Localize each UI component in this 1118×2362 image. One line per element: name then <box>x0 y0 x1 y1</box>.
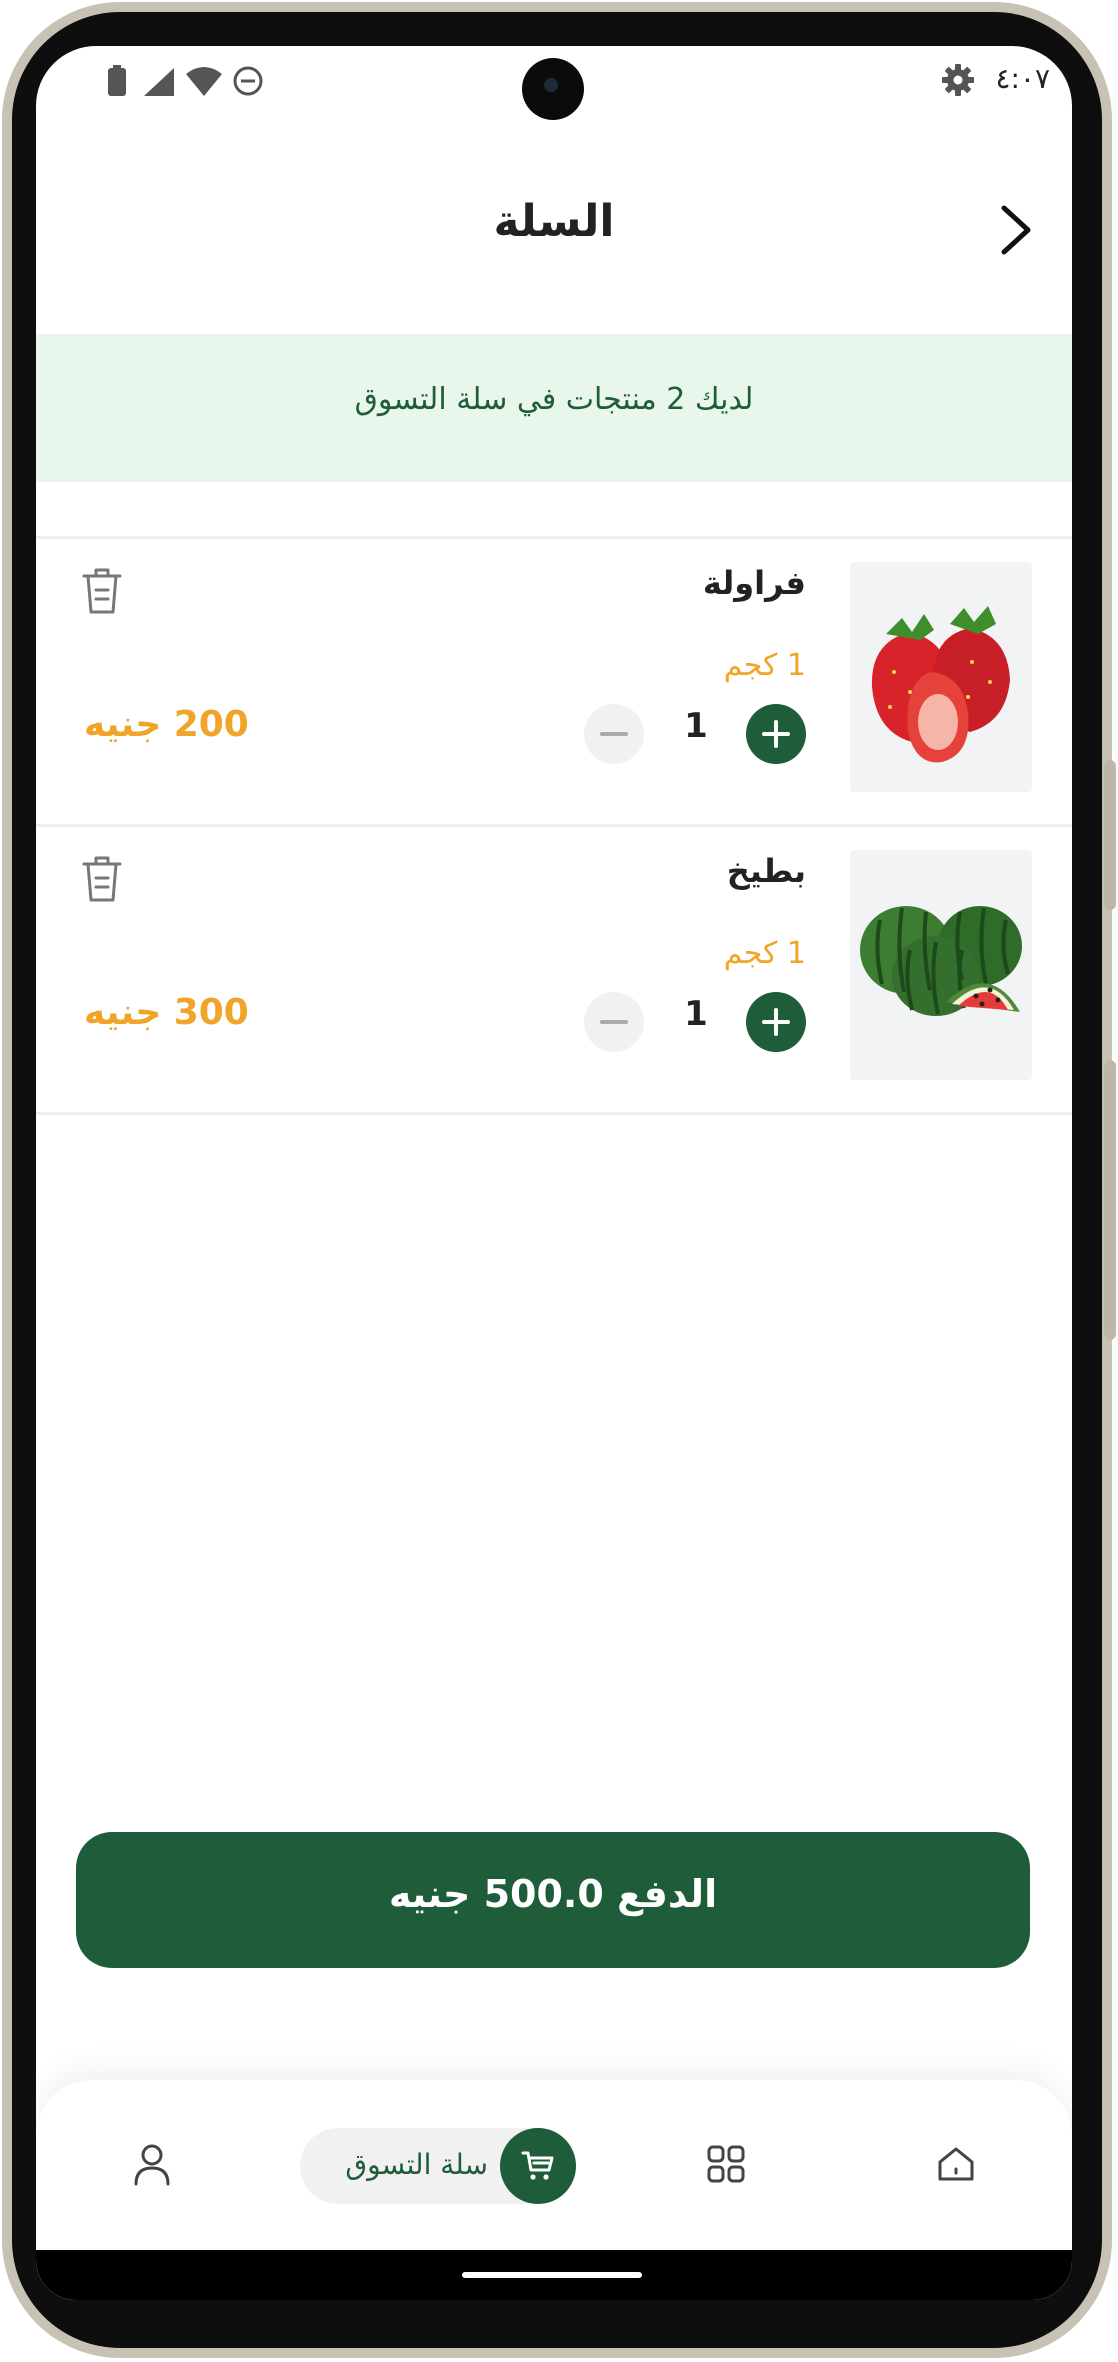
trash-icon[interactable] <box>80 566 124 616</box>
power-button <box>1104 1060 1116 1340</box>
item-name: فراولة <box>702 564 806 602</box>
increase-quantity-button[interactable] <box>746 992 806 1052</box>
cart-item-strawberry: فراولة 1 كجم 1 200 جنيه <box>36 538 1072 824</box>
cart-item-watermelon: بطيخ 1 كجم 1 300 جنيه <box>36 826 1072 1112</box>
home-icon[interactable] <box>936 2144 976 2184</box>
item-quantity: 1 <box>684 706 708 746</box>
app-header: السلة <box>36 178 1072 278</box>
home-indicator[interactable] <box>462 2272 642 2278</box>
divider <box>36 1112 1072 1115</box>
volume-button <box>1104 760 1116 910</box>
gear-icon <box>942 64 974 96</box>
page-title: السلة <box>493 196 615 247</box>
checkout-button[interactable]: الدفع 500.0 جنيه <box>76 1832 1030 1968</box>
chevron-right-icon[interactable] <box>990 200 1042 260</box>
status-icons <box>108 65 263 96</box>
checkout-label: الدفع 500.0 جنيه <box>388 1872 718 1916</box>
item-weight: 1 كجم <box>723 936 806 971</box>
status-time: ٤:٠٧ <box>995 62 1050 95</box>
item-weight: 1 كجم <box>723 648 806 683</box>
front-camera <box>522 58 584 120</box>
trash-icon[interactable] <box>80 854 124 904</box>
cart-icon <box>521 2151 554 2180</box>
item-price: 200 جنيه <box>84 704 249 745</box>
cart-count-banner: لديك 2 منتجات في سلة التسوق <box>36 334 1072 482</box>
nav-cart-label: سلة التسوق <box>345 2148 488 2181</box>
strawberry-image <box>850 562 1032 792</box>
item-name: بطيخ <box>726 852 806 890</box>
item-price: 300 جنيه <box>84 992 249 1033</box>
nav-cart-icon-wrap <box>500 2128 576 2204</box>
item-quantity: 1 <box>684 994 708 1034</box>
user-icon[interactable] <box>132 2142 172 2186</box>
decrease-quantity-button[interactable] <box>584 992 644 1052</box>
app-screen: ٤:٠٧ السلة لديك 2 منتجات في سلة التسوق ف… <box>36 46 1072 2300</box>
nav-cart-tab[interactable]: سلة التسوق <box>300 2128 576 2204</box>
watermelon-image <box>850 850 1032 1080</box>
decrease-quantity-button[interactable] <box>584 704 644 764</box>
phone-frame: ٤:٠٧ السلة لديك 2 منتجات في سلة التسوق ف… <box>0 0 1118 2362</box>
cart-count-text: لديك 2 منتجات في سلة التسوق <box>354 382 754 417</box>
grid-icon[interactable] <box>706 2144 746 2184</box>
increase-quantity-button[interactable] <box>746 704 806 764</box>
status-bar: ٤:٠٧ <box>36 46 1072 120</box>
